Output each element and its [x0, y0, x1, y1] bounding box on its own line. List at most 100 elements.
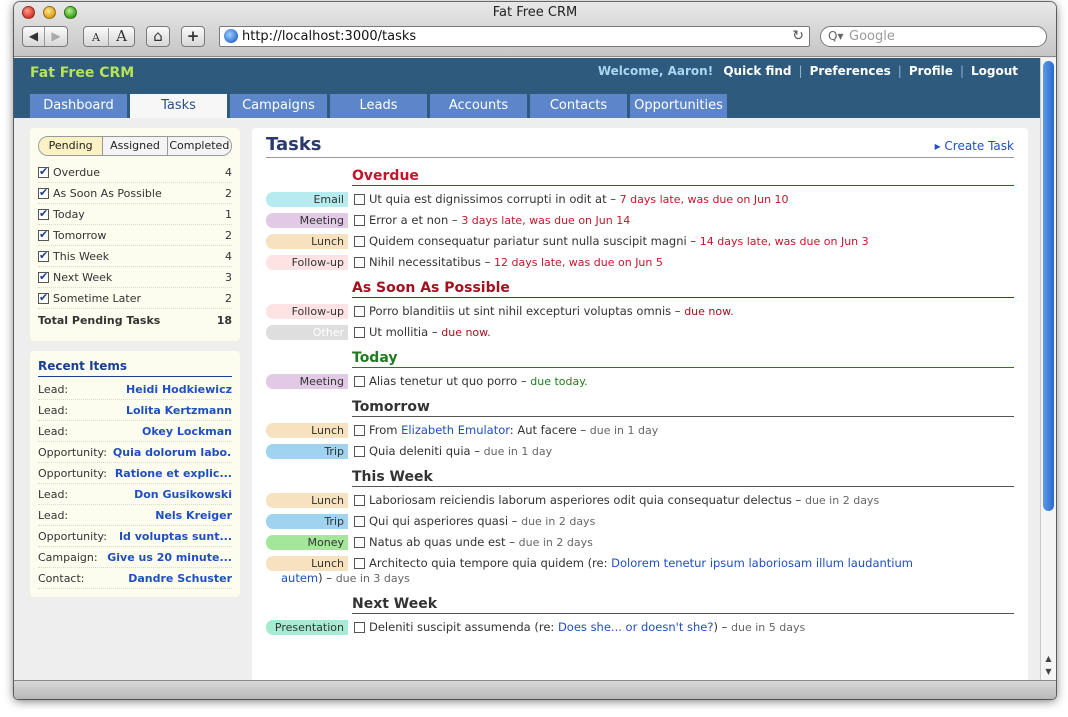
- task-category-badge: Lunch: [266, 556, 348, 571]
- scroll-down-arrow[interactable]: ▼: [1041, 665, 1056, 678]
- task-related-link[interactable]: Elizabeth Emulator: [401, 423, 510, 437]
- task-related-link-cont[interactable]: autem: [281, 571, 318, 585]
- forward-button[interactable]: ▶: [45, 27, 67, 46]
- recent-item-link[interactable]: Don Gusikowski: [74, 484, 232, 504]
- tasks-panel: Tasks ▸ Create Task Overdue Email Ut quia …: [252, 128, 1028, 680]
- task-body: Architecto quia tempore quia quidem (re:…: [281, 556, 1014, 586]
- task-category-badge: Trip: [266, 514, 348, 529]
- filter-checkbox[interactable]: [38, 165, 49, 178]
- view-assigned-button[interactable]: Assigned: [103, 137, 168, 155]
- task-checkbox[interactable]: [354, 537, 365, 548]
- task-text-post: ): [713, 620, 718, 634]
- bucket-title-nextweek: Next Week: [352, 586, 1014, 614]
- address-bar[interactable]: http://localhost:3000/tasks ↻: [219, 26, 810, 47]
- recent-item-kind: Lead:: [38, 404, 69, 417]
- main-tabs: Dashboard Tasks Campaigns Leads Accounts…: [30, 94, 727, 118]
- recent-item-link[interactable]: Id voluptas sunt...: [113, 526, 232, 546]
- recent-item-link[interactable]: Heidi Hodkiewicz: [74, 379, 232, 399]
- task-checkbox[interactable]: [354, 622, 365, 633]
- task-row: Meeting Error a et non – 3 days late, was…: [266, 213, 1014, 228]
- task-checkbox[interactable]: [354, 495, 365, 506]
- task-row: Trip Qui qui asperiores quasi – due in 2 …: [266, 514, 1014, 529]
- filter-checkbox[interactable]: [38, 207, 49, 220]
- recent-item-link[interactable]: Quia dolorum labo...: [113, 442, 232, 462]
- tab-dashboard[interactable]: Dashboard: [30, 94, 127, 118]
- profile-link[interactable]: Profile: [909, 64, 953, 78]
- filter-overdue[interactable]: Overdue 4: [38, 162, 232, 183]
- filter-checkbox[interactable]: [38, 291, 49, 304]
- filter-as-soon-as-possible[interactable]: As Soon As Possible 2: [38, 183, 232, 204]
- filter-checkbox[interactable]: [38, 270, 49, 283]
- filter-this-week[interactable]: This Week 4: [38, 246, 232, 267]
- add-bookmark-button[interactable]: +: [181, 26, 205, 47]
- logout-link[interactable]: Logout: [971, 64, 1018, 78]
- filter-tomorrow[interactable]: Tomorrow 2: [38, 225, 232, 246]
- filter-today[interactable]: Today 1: [38, 204, 232, 225]
- tab-contacts[interactable]: Contacts: [530, 94, 627, 118]
- create-task-link[interactable]: ▸ Create Task: [935, 139, 1014, 153]
- task-checkbox[interactable]: [354, 194, 365, 205]
- tab-leads[interactable]: Leads: [330, 94, 427, 118]
- app-header: Fat Free CRM Welcome, Aaron! Quick find |…: [14, 58, 1040, 118]
- task-checkbox[interactable]: [354, 257, 365, 268]
- task-checkbox[interactable]: [354, 516, 365, 527]
- total-pending-count: 18: [216, 314, 232, 327]
- vertical-scrollbar[interactable]: ▲ ▼: [1040, 58, 1056, 680]
- filter-checkbox[interactable]: [38, 228, 49, 241]
- bucket-title-overdue: Overdue: [352, 158, 1014, 186]
- task-checkbox[interactable]: [354, 215, 365, 226]
- recent-item-kind: Lead:: [38, 383, 69, 396]
- task-checkbox[interactable]: [354, 425, 365, 436]
- task-text: Error a et non: [369, 213, 449, 227]
- filter-next-week[interactable]: Next Week 3: [38, 267, 232, 288]
- tab-accounts[interactable]: Accounts: [430, 94, 527, 118]
- task-checkbox[interactable]: [354, 376, 365, 387]
- recent-item-kind: Lead:: [38, 509, 69, 522]
- preferences-link[interactable]: Preferences: [810, 64, 891, 78]
- app-logo[interactable]: Fat Free CRM: [30, 65, 134, 81]
- task-related-link[interactable]: Dolorem tenetur ipsum laboriosam illum l…: [611, 556, 913, 570]
- view-completed-button[interactable]: Completed: [167, 137, 231, 155]
- tab-campaigns[interactable]: Campaigns: [230, 94, 327, 118]
- filter-count: 3: [225, 270, 232, 284]
- recent-item-link[interactable]: Dandre Schuster: [91, 568, 232, 588]
- recent-item-link[interactable]: Nels Kreiger: [74, 505, 232, 525]
- page-title: Tasks: [266, 134, 322, 155]
- task-checkbox[interactable]: [354, 558, 365, 569]
- recent-item-link[interactable]: Okey Lockman: [74, 421, 232, 441]
- task-due: due in 1 day: [483, 445, 553, 458]
- task-checkbox[interactable]: [354, 236, 365, 247]
- filter-checkbox[interactable]: [38, 249, 49, 262]
- tab-opportunities[interactable]: Opportunities: [630, 94, 727, 118]
- text-bigger-button[interactable]: A: [109, 27, 134, 46]
- task-checkbox[interactable]: [354, 306, 365, 317]
- text-smaller-button[interactable]: A: [84, 28, 109, 47]
- task-row: Meeting Alias tenetur ut quo porro – due …: [266, 374, 1014, 389]
- task-related-link[interactable]: Does she... or doesn't she?: [558, 620, 714, 634]
- recent-item-kind: Opportunity:: [38, 530, 107, 543]
- search-field[interactable]: Q▾ Google: [820, 26, 1047, 47]
- scroll-up-arrow[interactable]: ▲: [1041, 652, 1056, 665]
- text-size-group: AA: [83, 26, 135, 47]
- recent-item: Opportunity: Id voluptas sunt...: [38, 526, 232, 547]
- reload-icon[interactable]: ↻: [792, 27, 804, 46]
- user-nav: Welcome, Aaron! Quick find | Preferences | P…: [597, 64, 1018, 78]
- filter-checkbox[interactable]: [38, 186, 49, 199]
- recent-item-link[interactable]: Lolita Kertzmann: [74, 400, 232, 420]
- recent-items-list: Lead: Heidi Hodkiewicz Lead: Lolita Kertzma…: [38, 379, 232, 589]
- quick-find-link[interactable]: Quick find: [723, 64, 791, 78]
- task-category-badge: Trip: [266, 444, 348, 459]
- recent-item-link[interactable]: Give us 20 minute...: [104, 547, 232, 567]
- plus-icon: +: [186, 27, 200, 45]
- back-button[interactable]: ◀: [23, 27, 45, 46]
- view-pending-button[interactable]: Pending: [39, 137, 104, 155]
- scrollbar-thumb[interactable]: [1043, 61, 1054, 511]
- task-due: 3 days late, was due on Jun 14: [461, 214, 631, 227]
- filter-count: 2: [225, 228, 232, 242]
- task-checkbox[interactable]: [354, 327, 365, 338]
- tab-tasks[interactable]: Tasks: [130, 94, 227, 118]
- home-button[interactable]: ⌂: [146, 26, 170, 47]
- task-checkbox[interactable]: [354, 446, 365, 457]
- recent-item-link[interactable]: Ratione et explic...: [113, 463, 232, 483]
- filter-sometime-later[interactable]: Sometime Later 2: [38, 288, 232, 309]
